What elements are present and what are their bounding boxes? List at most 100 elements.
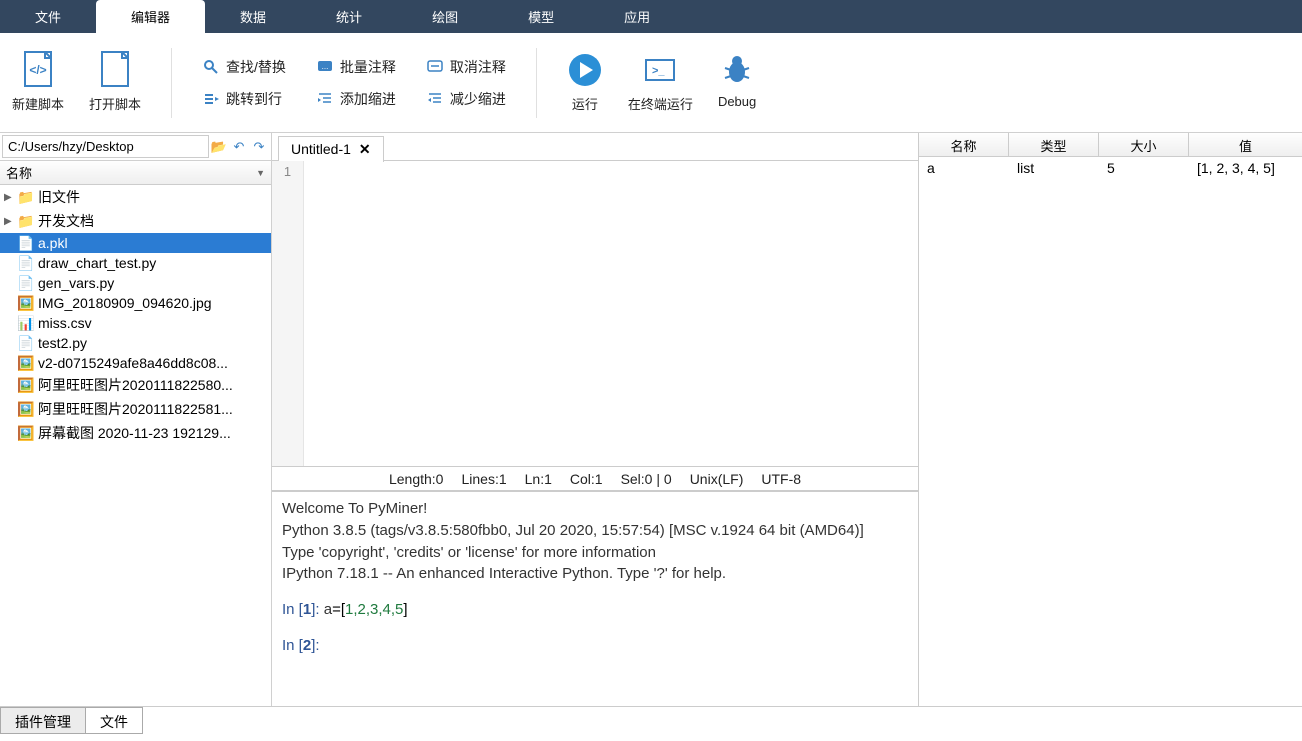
- console-in2: In [2]:: [282, 635, 908, 657]
- path-input[interactable]: [2, 135, 209, 158]
- outdent-icon: [426, 90, 444, 108]
- ribbon-toolbar: </> 新建脚本 打开脚本 查找/替换 跳转到行 ...批量注释 添加缩进 取消…: [0, 33, 1302, 133]
- bug-icon: [719, 52, 755, 88]
- file-item[interactable]: 📄draw_chart_test.py: [0, 253, 271, 273]
- file-item[interactable]: 📄a.pkl: [0, 233, 271, 253]
- code-editor[interactable]: [304, 161, 918, 466]
- divider: [536, 48, 537, 118]
- ipython-console[interactable]: Welcome To PyMiner! Python 3.8.5 (tags/v…: [272, 491, 918, 706]
- file-name: test2.py: [38, 335, 87, 351]
- variable-panel: 名称 类型 大小 值 a list 5 [1, 2, 3, 4, 5]: [918, 133, 1302, 706]
- bottom-tab-file[interactable]: 文件: [85, 707, 143, 734]
- new-script-button[interactable]: </> 新建脚本: [12, 52, 64, 113]
- var-col-type[interactable]: 类型: [1009, 133, 1099, 156]
- file-item[interactable]: 🖼️阿里旺旺图片2020111822581...: [0, 397, 271, 421]
- status-sel: Sel:0 | 0: [621, 471, 672, 487]
- status-lines: Lines:1: [461, 471, 506, 487]
- file-icon: 🖼️: [18, 425, 34, 441]
- variable-header: 名称 类型 大小 值: [919, 133, 1302, 157]
- menu-file[interactable]: 文件: [0, 0, 96, 33]
- open-script-button[interactable]: 打开脚本: [89, 52, 141, 113]
- menu-editor[interactable]: 编辑器: [96, 0, 205, 33]
- uncomment-button[interactable]: 取消注释: [426, 57, 506, 77]
- menu-app[interactable]: 应用: [589, 0, 685, 33]
- expand-icon[interactable]: ▶: [4, 192, 14, 203]
- file-item[interactable]: ▶📁开发文档: [0, 209, 271, 233]
- bottom-tab-plugins[interactable]: 插件管理: [0, 707, 86, 734]
- console-ipy: IPython 7.18.1 -- An enhanced Interactiv…: [282, 563, 908, 585]
- find-replace-button[interactable]: 查找/替换: [202, 57, 286, 77]
- file-item[interactable]: 🖼️v2-d0715249afe8a46dd8c08...: [0, 353, 271, 373]
- file-name: 旧文件: [38, 187, 80, 207]
- svg-text:>_: >_: [652, 65, 665, 77]
- menu-model[interactable]: 模型: [493, 0, 589, 33]
- close-icon[interactable]: ✕: [359, 141, 371, 158]
- debug-label: Debug: [718, 94, 756, 109]
- file-item[interactable]: 📊miss.csv: [0, 313, 271, 333]
- var-col-value[interactable]: 值: [1189, 133, 1302, 156]
- tab-label: Untitled-1: [291, 141, 351, 157]
- file-name: IMG_20180909_094620.jpg: [38, 295, 212, 311]
- editor-tab[interactable]: Untitled-1 ✕: [278, 136, 384, 162]
- file-item[interactable]: 🖼️屏幕截图 2020-11-23 192129...: [0, 421, 271, 445]
- svg-text:</>: </>: [29, 63, 46, 77]
- file-name: 阿里旺旺图片2020111822581...: [38, 399, 233, 419]
- main-menu: 文件 编辑器 数据 统计 绘图 模型 应用: [0, 0, 1302, 33]
- comment-icon: ...: [316, 58, 334, 76]
- file-name: a.pkl: [38, 235, 68, 251]
- var-size: 5: [1099, 159, 1189, 177]
- redo-icon[interactable]: ↷: [249, 139, 269, 155]
- play-icon: [567, 52, 603, 88]
- run-label: 运行: [572, 94, 598, 113]
- file-item[interactable]: 📄test2.py: [0, 333, 271, 353]
- file-name: 阿里旺旺图片2020111822580...: [38, 375, 233, 395]
- open-script-label: 打开脚本: [89, 94, 141, 113]
- file-name: v2-d0715249afe8a46dd8c08...: [38, 355, 228, 371]
- reduce-indent-button[interactable]: 减少缩进: [426, 89, 506, 109]
- console-hint: Type 'copyright', 'credits' or 'license'…: [282, 542, 908, 564]
- file-name: 屏幕截图 2020-11-23 192129...: [38, 423, 231, 443]
- editor-tabs: Untitled-1 ✕: [272, 133, 918, 161]
- undo-icon[interactable]: ↶: [229, 139, 249, 155]
- var-col-name[interactable]: 名称: [919, 133, 1009, 156]
- menu-data[interactable]: 数据: [205, 0, 301, 33]
- indent-icon: [316, 90, 334, 108]
- variable-row[interactable]: a list 5 [1, 2, 3, 4, 5]: [919, 157, 1302, 179]
- file-item[interactable]: 📄gen_vars.py: [0, 273, 271, 293]
- file-icon: 🖼️: [18, 355, 34, 371]
- new-script-icon: </>: [20, 52, 56, 88]
- console-in1: In [1]: a=[1,2,3,4,5]: [282, 599, 908, 621]
- batch-comment-button[interactable]: ...批量注释: [316, 57, 396, 77]
- bottom-tabs: 插件管理 文件: [0, 706, 1302, 734]
- console-pyver: Python 3.8.5 (tags/v3.8.5:580fbb0, Jul 2…: [282, 520, 908, 542]
- file-item[interactable]: 🖼️阿里旺旺图片2020111822580...: [0, 373, 271, 397]
- search-icon: [202, 58, 220, 76]
- run-terminal-label: 在终端运行: [628, 94, 693, 113]
- editor-panel: Untitled-1 ✕ 1 Length:0 Lines:1 Ln:1 Col…: [272, 133, 918, 706]
- status-length: Length:0: [389, 471, 444, 487]
- menu-stats[interactable]: 统计: [301, 0, 397, 33]
- file-item[interactable]: 🖼️IMG_20180909_094620.jpg: [0, 293, 271, 313]
- var-type: list: [1009, 159, 1099, 177]
- add-indent-button[interactable]: 添加缩进: [316, 89, 396, 109]
- new-script-label: 新建脚本: [12, 94, 64, 113]
- goto-line-button[interactable]: 跳转到行: [202, 89, 286, 109]
- file-icon: 🖼️: [18, 401, 34, 417]
- uncomment-icon: [426, 58, 444, 76]
- menu-plot[interactable]: 绘图: [397, 0, 493, 33]
- var-value: [1, 2, 3, 4, 5]: [1189, 159, 1302, 177]
- run-button[interactable]: 运行: [567, 52, 603, 113]
- file-explorer-panel: 📂 ↶ ↷ 名称▼ ▶📁旧文件▶📁开发文档📄a.pkl📄draw_chart_t…: [0, 133, 272, 706]
- open-folder-icon[interactable]: 📂: [209, 139, 229, 155]
- run-terminal-button[interactable]: >_ 在终端运行: [628, 52, 693, 113]
- console-welcome: Welcome To PyMiner!: [282, 498, 908, 520]
- open-script-icon: [97, 52, 133, 88]
- file-icon: 📄: [18, 235, 34, 251]
- file-item[interactable]: ▶📁旧文件: [0, 185, 271, 209]
- var-col-size[interactable]: 大小: [1099, 133, 1189, 156]
- debug-button[interactable]: Debug: [718, 52, 756, 113]
- file-name: draw_chart_test.py: [38, 255, 156, 271]
- file-column-header[interactable]: 名称▼: [0, 161, 271, 185]
- expand-icon[interactable]: ▶: [4, 216, 14, 227]
- file-icon: 📄: [18, 335, 34, 351]
